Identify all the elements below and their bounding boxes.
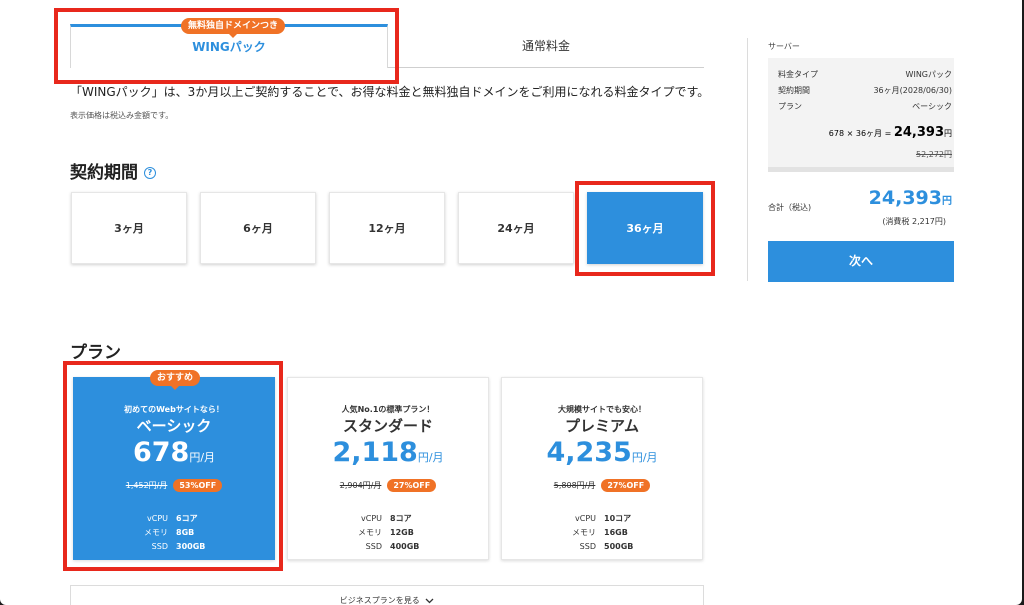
period-option-6[interactable]: 6ヶ月 bbox=[200, 192, 316, 264]
calc-value: 24,393 bbox=[893, 125, 944, 140]
plan-price-unit: 円/月 bbox=[631, 451, 658, 464]
plan-price: 2,118 bbox=[332, 437, 418, 468]
plan-off-badge: 27%OFF bbox=[601, 479, 651, 492]
summary-fee-type-value: WINGパック bbox=[905, 70, 952, 79]
spec-cpu-label: vCPU bbox=[361, 514, 382, 523]
business-plan-label: ビジネスプランを見る bbox=[339, 596, 420, 605]
calc-unit: 円 bbox=[944, 129, 952, 138]
tab-normal-price[interactable]: 通常料金 bbox=[388, 24, 704, 68]
help-icon[interactable]: ? bbox=[144, 167, 156, 179]
total-amount: 24,393 bbox=[868, 187, 942, 209]
summary-title: サーバー bbox=[768, 42, 800, 51]
plan-tagline: 大規模サイトでも安心！ bbox=[558, 405, 646, 414]
consumption-tax: (消費税 2,217円) bbox=[882, 217, 946, 226]
total-label: 合計（税込) bbox=[768, 203, 812, 212]
plan-name: プレミアム bbox=[565, 417, 639, 435]
plan-price-unit: 円/月 bbox=[417, 451, 444, 464]
plan-old-price: 5,808円/月 bbox=[553, 481, 596, 490]
spec-cpu-label: vCPU bbox=[575, 514, 596, 523]
summary-period-value: 36ヶ月(2028/06/30) bbox=[873, 86, 952, 95]
highlight-period-36 bbox=[575, 181, 715, 276]
period-option-3[interactable]: 3ヶ月 bbox=[71, 192, 187, 264]
total-value: 24,393円 bbox=[869, 187, 952, 209]
spec-ssd-value: 400GB bbox=[390, 542, 420, 551]
summary-fee-type-label: 料金タイプ bbox=[778, 70, 818, 79]
spec-ssd-label: SSD bbox=[579, 542, 596, 551]
plan-price-row: 4,235円/月 bbox=[502, 437, 702, 468]
plan-specs: vCPU 8コア メモリ 12GB SSD 400GB bbox=[288, 512, 488, 554]
next-button[interactable]: 次へ bbox=[768, 241, 954, 282]
calc-prefix: 678 × 36ヶ月 = bbox=[828, 129, 892, 138]
plan-off-badge: 27%OFF bbox=[387, 479, 437, 492]
summary-calculation: 678 × 36ヶ月 = 24,393円 bbox=[829, 125, 952, 140]
plan-tagline: 人気No.1の標準プラン！ bbox=[341, 405, 435, 414]
spec-memory-label: メモリ bbox=[358, 528, 382, 537]
highlight-basic-plan bbox=[63, 361, 283, 571]
period-title: 契約期間 bbox=[70, 163, 138, 183]
chevron-down-icon bbox=[425, 598, 434, 603]
sidebar-divider bbox=[747, 38, 748, 281]
summary-plan-value: ベーシック bbox=[912, 102, 952, 111]
summary-old-total: 52,272円 bbox=[916, 150, 952, 159]
fee-type-description: 「WINGパック」は、3か月以上ご契約することで、お得な料金と無料独自ドメインを… bbox=[70, 85, 710, 99]
spec-ssd-value: 500GB bbox=[604, 542, 634, 551]
plan-discount-row: 2,904円/月 27%OFF bbox=[288, 479, 488, 492]
plan-card-premium[interactable]: 大規模サイトでも安心！ プレミアム 4,235円/月 5,808円/月 27%OF… bbox=[501, 377, 703, 560]
plan-price-row: 2,118円/月 bbox=[288, 437, 488, 468]
plan-price: 4,235 bbox=[546, 437, 632, 468]
plan-section-title: プラン bbox=[70, 343, 121, 363]
spec-memory-value: 12GB bbox=[390, 528, 414, 537]
plan-specs: vCPU 10コア メモリ 16GB SSD 500GB bbox=[502, 512, 702, 554]
period-option-12[interactable]: 12ヶ月 bbox=[329, 192, 445, 264]
tax-note: 表示価格は税込み金額です。 bbox=[70, 111, 174, 120]
summary-separator bbox=[768, 167, 954, 172]
spec-memory-label: メモリ bbox=[572, 528, 596, 537]
summary-period-label: 契約期間 bbox=[778, 86, 810, 95]
total-unit: 円 bbox=[942, 196, 952, 207]
summary-plan-label: プラン bbox=[778, 102, 802, 111]
spec-cpu-value: 8コア bbox=[390, 514, 412, 523]
highlight-wing-tab bbox=[54, 8, 399, 84]
plan-old-price: 2,904円/月 bbox=[339, 481, 382, 490]
spec-cpu-value: 10コア bbox=[604, 514, 632, 523]
period-section-title: 契約期間? bbox=[70, 158, 156, 183]
pricing-page: 無料独自ドメインつき WINGパック 通常料金 「WINGパック」は、3か月以上… bbox=[0, 0, 1022, 605]
spec-memory-value: 16GB bbox=[604, 528, 628, 537]
spec-ssd-label: SSD bbox=[365, 542, 382, 551]
plan-card-standard[interactable]: 人気No.1の標準プラン！ スタンダード 2,118円/月 2,904円/月 27… bbox=[287, 377, 489, 560]
plan-name: スタンダード bbox=[342, 417, 433, 435]
period-option-24[interactable]: 24ヶ月 bbox=[458, 192, 574, 264]
business-plan-link[interactable]: ビジネスプランを見る bbox=[70, 585, 704, 605]
plan-discount-row: 5,808円/月 27%OFF bbox=[502, 479, 702, 492]
summary-box: 料金タイプ WINGパック 契約期間 36ヶ月(2028/06/30) プラン … bbox=[768, 58, 954, 172]
